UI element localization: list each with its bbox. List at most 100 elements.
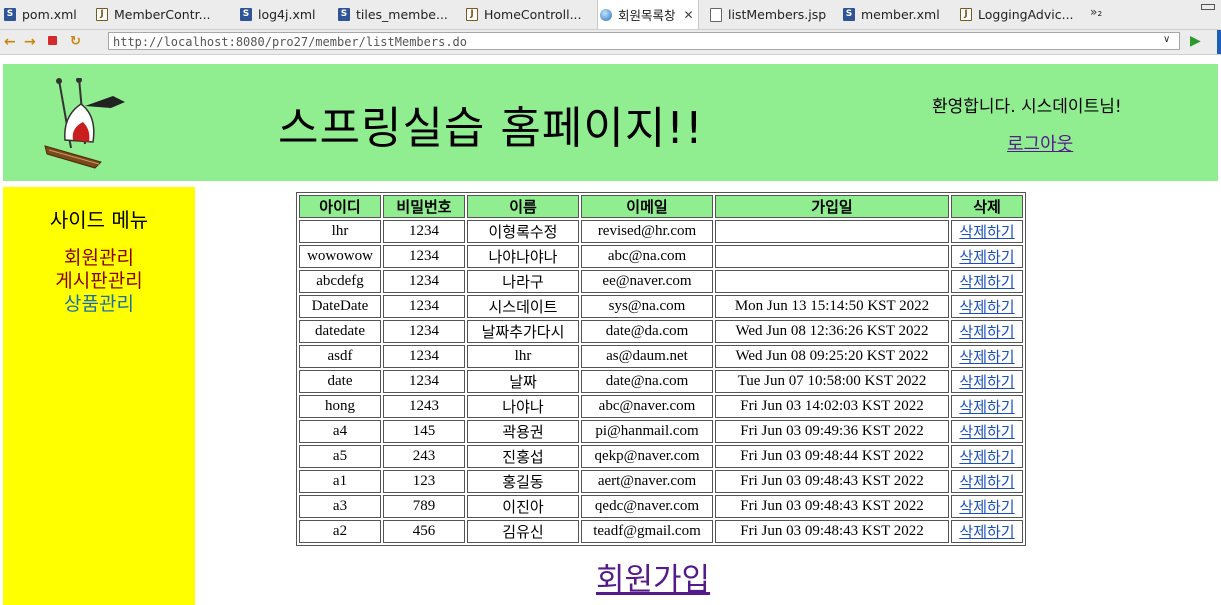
column-header-join-date: 가입일 — [715, 195, 949, 218]
sidebar-item-board-management[interactable]: 게시판관리 — [3, 270, 195, 293]
tab-4[interactable]: J HomeControll... — [466, 0, 582, 29]
forward-arrow-icon[interactable]: → — [24, 33, 36, 51]
xml-file-icon: S — [240, 8, 252, 21]
member-password-cell: 243 — [383, 445, 465, 468]
members-table: 아이디 비밀번호 이름 이메일 가입일 삭제 lhr 1234 이형록수정 revis… — [296, 192, 1026, 546]
delete-link[interactable]: 삭제하기 — [959, 473, 1014, 491]
delete-link[interactable]: 삭제하기 — [959, 423, 1014, 441]
delete-link[interactable]: 삭제하기 — [959, 298, 1014, 316]
member-join-date-cell: Wed Jun 08 12:36:26 KST 2022 — [715, 320, 949, 343]
member-email-cell: teadf@gmail.com — [581, 520, 713, 543]
member-name-cell: 날짜 — [467, 370, 579, 393]
member-name-cell: 홍길동 — [467, 470, 579, 493]
tab-3[interactable]: Stiles_membe... — [338, 0, 448, 29]
member-email-cell: date@na.com — [581, 370, 713, 393]
delete-cell: 삭제하기 — [951, 295, 1023, 318]
tab-label: log4j.xml — [258, 7, 316, 22]
delete-cell: 삭제하기 — [951, 420, 1023, 443]
member-email-cell: date@da.com — [581, 320, 713, 343]
member-password-cell: 145 — [383, 420, 465, 443]
main-content: 아이디 비밀번호 이름 이메일 가입일 삭제 lhr 1234 이형록수정 revis… — [296, 192, 1026, 546]
sidebar-title: 사이드 메뉴 — [49, 208, 149, 232]
sidebar-item-product-management[interactable]: 상품관리 — [3, 293, 195, 316]
member-email-cell: qekp@naver.com — [581, 445, 713, 468]
member-email-cell: aert@naver.com — [581, 470, 713, 493]
member-name-cell: 곽용권 — [467, 420, 579, 443]
page-header: 스프링실습 홈페이지!! 환영합니다. 시스데이트님! 로그아웃 — [3, 64, 1218, 181]
delete-link[interactable]: 삭제하기 — [959, 498, 1014, 516]
tab-0[interactable]: Spom.xml — [4, 0, 77, 29]
sidebar-item-member-management[interactable]: 회원관리 — [3, 247, 195, 270]
delete-link[interactable]: 삭제하기 — [959, 448, 1014, 466]
member-name-cell: 이형록수정 — [467, 220, 579, 243]
member-name-cell: 시스데이트 — [467, 295, 579, 318]
tab-label: HomeControll... — [484, 7, 582, 22]
member-name-cell: 나라구 — [467, 270, 579, 293]
xml-file-icon: S — [843, 8, 855, 21]
address-bar[interactable]: http://localhost:8080/pro27/member/listM… — [108, 32, 1180, 50]
sidebar: 사이드 메뉴 회원관리 게시판관리 상품관리 — [3, 187, 195, 605]
go-icon[interactable]: ▶ — [1190, 33, 1201, 49]
member-id-cell: hong — [299, 395, 381, 418]
delete-cell: 삭제하기 — [951, 270, 1023, 293]
tab-8[interactable]: J LoggingAdvic... — [960, 0, 1074, 29]
member-name-cell: 나야나야나 — [467, 245, 579, 268]
java-duke-logo — [44, 78, 125, 169]
member-join-date-cell — [715, 220, 949, 243]
tab-overflow-indicator[interactable]: »₂ — [1090, 5, 1102, 19]
minimize-icon[interactable] — [1201, 4, 1215, 10]
back-arrow-icon[interactable]: ← — [4, 33, 16, 51]
tab-label: listMembers.jsp — [728, 7, 827, 22]
member-id-cell: asdf — [299, 345, 381, 368]
delete-link[interactable]: 삭제하기 — [959, 323, 1014, 341]
toolbar-edge — [1217, 30, 1221, 54]
tab-1[interactable]: J MemberContr... — [96, 0, 211, 29]
tab-7[interactable]: Smember.xml — [843, 0, 940, 29]
tab-5[interactable]: 회원목록창 ✕ — [597, 0, 699, 29]
delete-cell: 삭제하기 — [951, 470, 1023, 493]
member-id-cell: lhr — [299, 220, 381, 243]
table-row: a1 123 홍길동 aert@naver.com Fri Jun 03 09:48:4… — [299, 470, 1023, 493]
member-id-cell: a4 — [299, 420, 381, 443]
table-row: lhr 1234 이형록수정 revised@hr.com 삭제하기 — [299, 220, 1023, 243]
member-email-cell: sys@na.com — [581, 295, 713, 318]
member-join-date-cell: Fri Jun 03 14:02:03 KST 2022 — [715, 395, 949, 418]
member-join-date-cell: Fri Jun 03 09:48:43 KST 2022 — [715, 520, 949, 543]
member-id-cell: a1 — [299, 470, 381, 493]
delete-cell: 삭제하기 — [951, 320, 1023, 343]
tab-label: tiles_membe... — [356, 7, 448, 22]
delete-link[interactable]: 삭제하기 — [959, 398, 1014, 416]
member-password-cell: 1243 — [383, 395, 465, 418]
delete-link[interactable]: 삭제하기 — [959, 223, 1014, 241]
member-password-cell: 1234 — [383, 370, 465, 393]
welcome-message: 환영합니다. 시스데이트님! — [932, 97, 1122, 117]
column-header-email: 이메일 — [581, 195, 713, 218]
tab-label: MemberContr... — [114, 7, 211, 22]
table-header-row: 아이디 비밀번호 이름 이메일 가입일 삭제 — [299, 195, 1023, 218]
member-email-cell: abc@na.com — [581, 245, 713, 268]
delete-link[interactable]: 삭제하기 — [959, 348, 1014, 366]
site-title: 스프링실습 홈페이지!! — [278, 103, 704, 154]
stop-icon[interactable] — [48, 36, 57, 45]
member-email-cell: revised@hr.com — [581, 220, 713, 243]
delete-link[interactable]: 삭제하기 — [959, 248, 1014, 266]
delete-link[interactable]: 삭제하기 — [959, 523, 1014, 541]
refresh-icon[interactable]: ↻ — [70, 33, 81, 51]
tab-2[interactable]: Slog4j.xml — [240, 0, 316, 29]
member-password-cell: 123 — [383, 470, 465, 493]
delete-link[interactable]: 삭제하기 — [959, 273, 1014, 291]
close-icon[interactable]: ✕ — [684, 8, 694, 22]
column-header-id: 아이디 — [299, 195, 381, 218]
table-row: a4 145 곽용권 pi@hanmail.com Fri Jun 03 09:49:3… — [299, 420, 1023, 443]
signup-link[interactable]: 회원가입 — [596, 554, 710, 599]
member-password-cell: 789 — [383, 495, 465, 518]
chevron-down-icon[interactable]: ∨ — [1163, 34, 1170, 45]
xml-file-icon: S — [4, 8, 16, 21]
column-header-name: 이름 — [467, 195, 579, 218]
logout-link[interactable]: 로그아웃 — [1007, 130, 1073, 156]
member-email-cell: ee@naver.com — [581, 270, 713, 293]
delete-link[interactable]: 삭제하기 — [959, 373, 1014, 391]
java-file-icon: J — [466, 8, 478, 21]
tab-6[interactable]: listMembers.jsp — [710, 0, 826, 29]
member-email-cell: pi@hanmail.com — [581, 420, 713, 443]
